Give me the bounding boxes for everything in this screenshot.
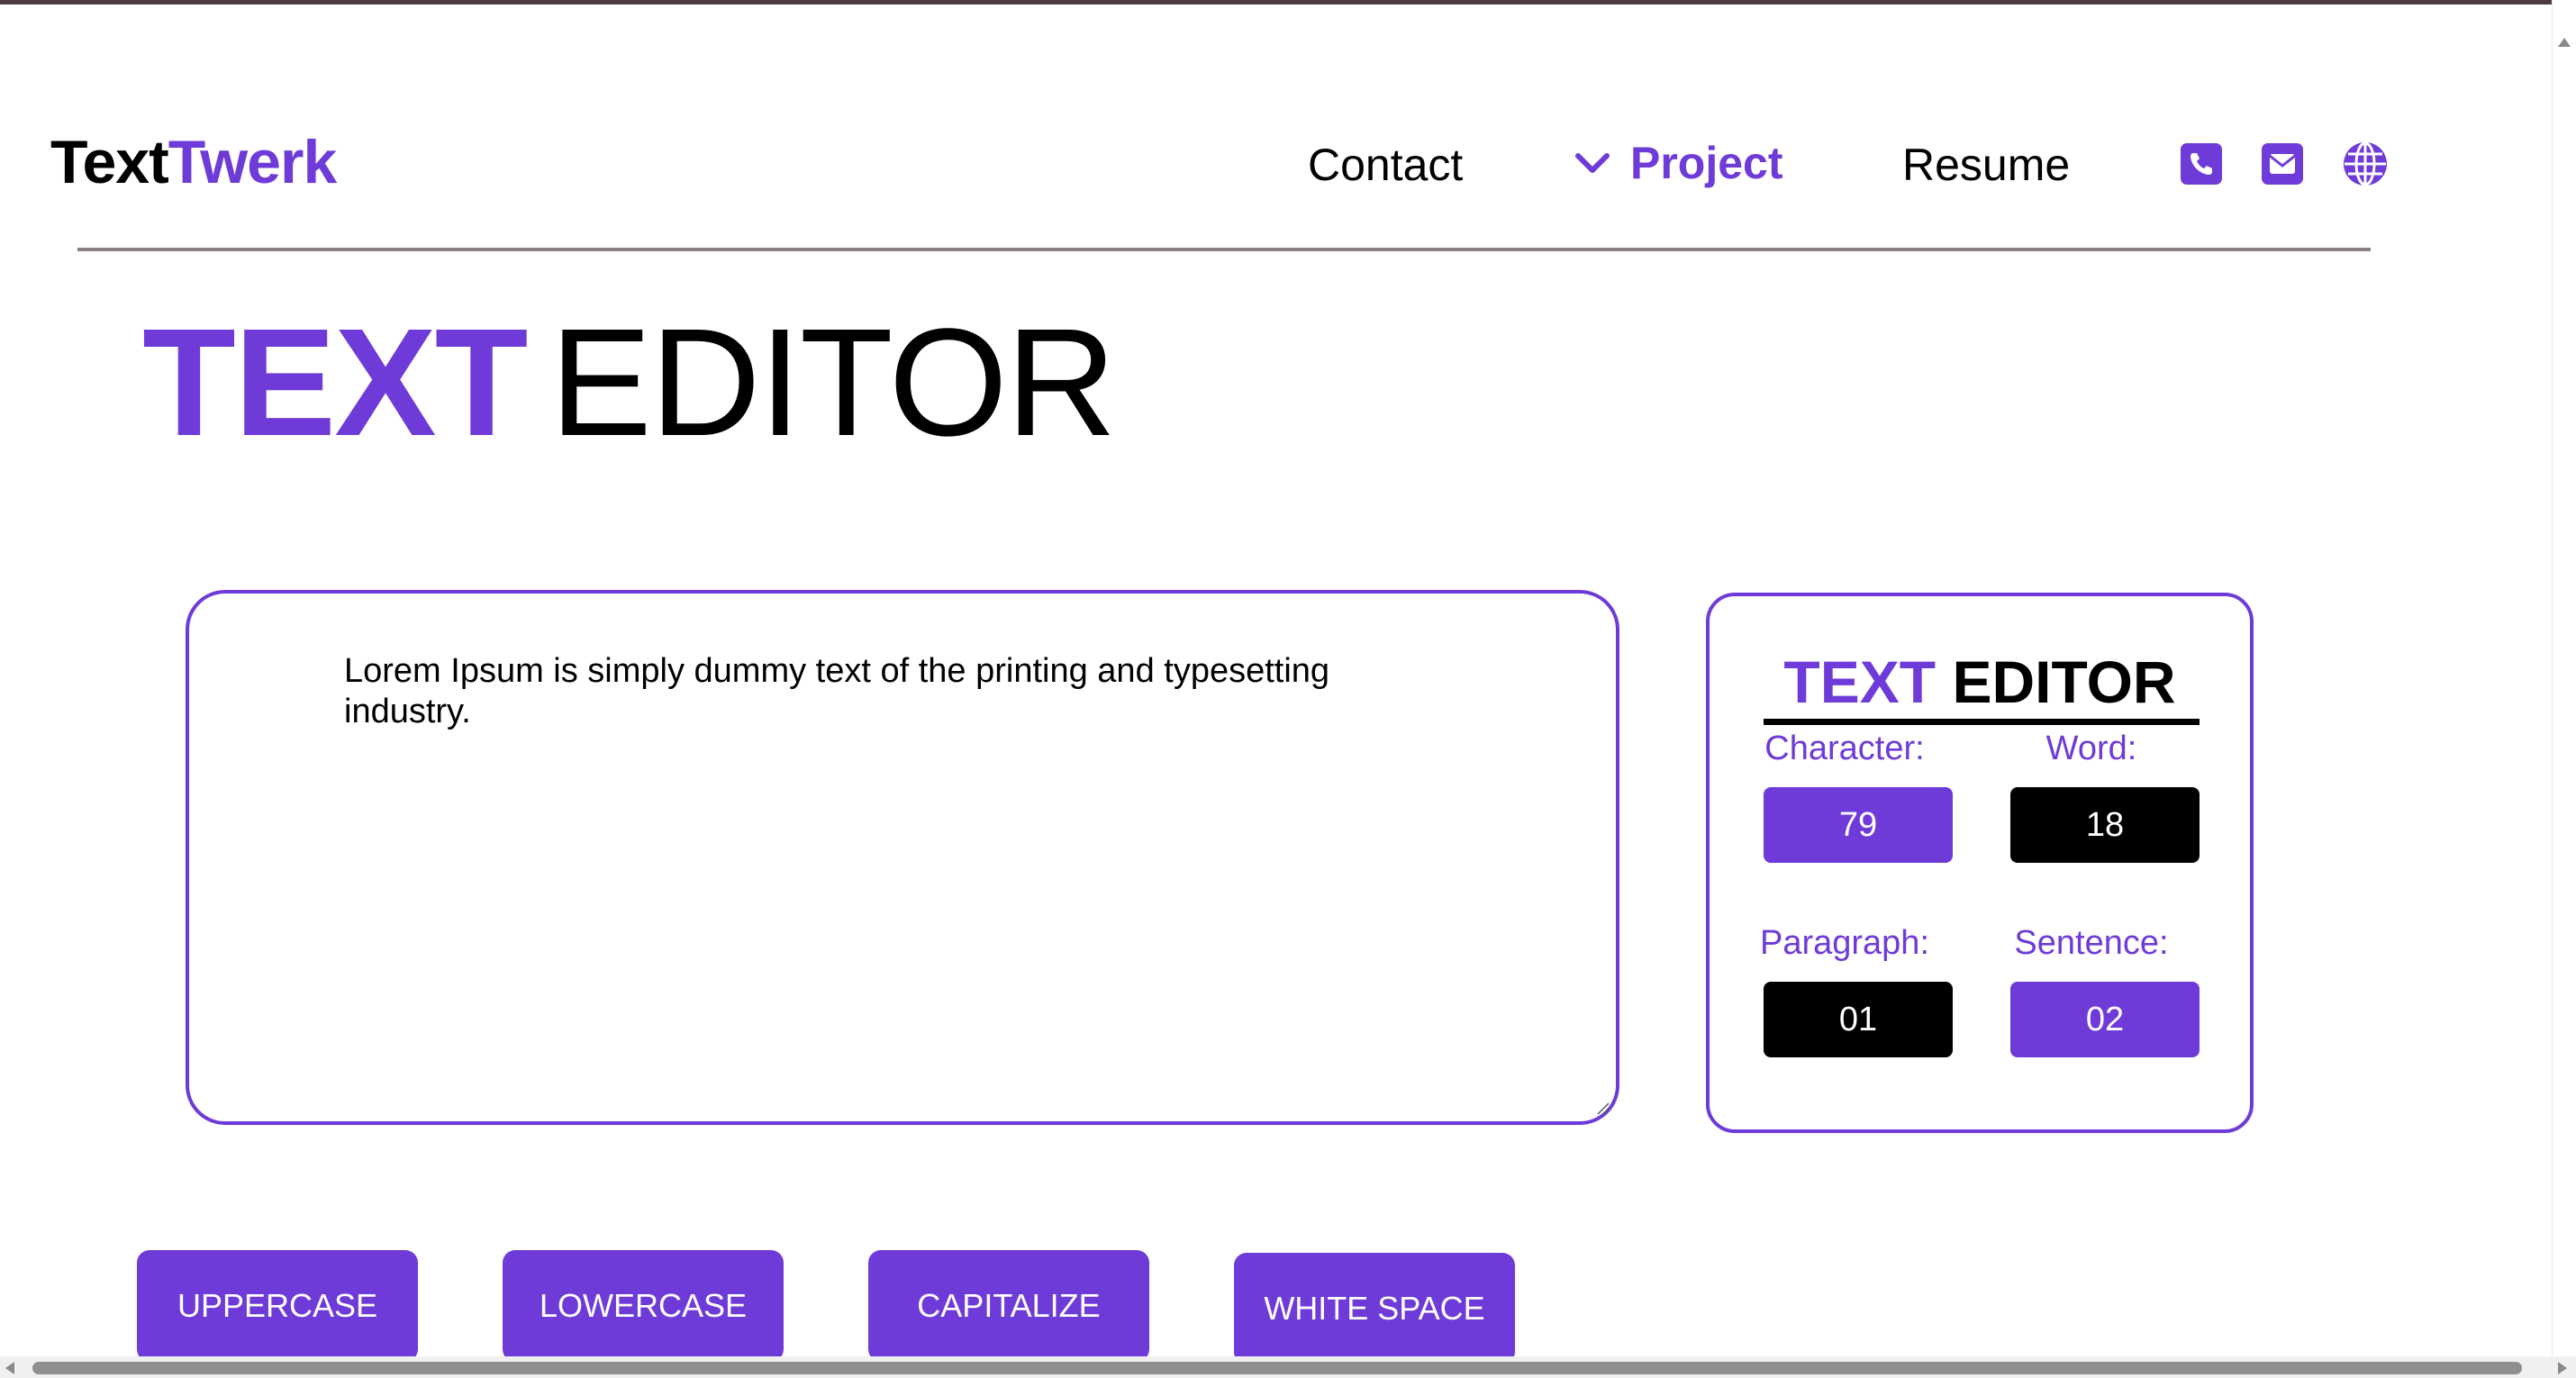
sentence-count-label: Sentence:: [2014, 924, 2169, 962]
text-stats-panel: TEXT EDITOR Character: Word: 79 18 Parag…: [1706, 593, 2254, 1133]
scroll-up-arrow-icon[interactable]: [2558, 38, 2571, 47]
nav-project-dropdown[interactable]: Project: [1574, 141, 1783, 186]
globe-icon[interactable]: [2342, 141, 2389, 187]
character-count-label: Character:: [1764, 730, 1925, 767]
brand-logo-accent: Twerk: [168, 128, 337, 196]
stats-panel-title: TEXT EDITOR: [1710, 652, 2250, 712]
header-divider: [77, 248, 2371, 251]
lowercase-button[interactable]: LOWERCASE: [503, 1250, 784, 1362]
paragraph-count-label: Paragraph:: [1759, 924, 1929, 962]
scroll-right-arrow-icon[interactable]: [2558, 1362, 2567, 1374]
horizontal-scrollbar-thumb[interactable]: [32, 1362, 2522, 1374]
white-space-button[interactable]: WHITE SPACE: [1234, 1253, 1515, 1364]
paragraph-count-value: 01: [1764, 982, 1953, 1057]
text-editor-area[interactable]: Lorem Ipsum is simply dummy text of the …: [186, 590, 1619, 1125]
brand-logo[interactable]: TextTwerk: [50, 128, 337, 196]
stats-title-light: EDITOR: [1952, 648, 2176, 715]
nav-contact-link[interactable]: Contact: [1308, 142, 1463, 187]
uppercase-button[interactable]: UPPERCASE: [137, 1250, 418, 1362]
window-top-border: [0, 0, 2576, 5]
vertical-scrollbar[interactable]: [2552, 0, 2576, 1378]
word-count-label: Word:: [2045, 730, 2137, 767]
chevron-down-icon: [1575, 153, 1610, 173]
page-title-light: EDITOR: [549, 297, 1116, 468]
nav-resume-link[interactable]: Resume: [1902, 142, 2070, 187]
page-title-strong: TEXT: [142, 297, 528, 468]
page-title: TEXT EDITOR: [142, 306, 1117, 459]
stats-title-strong: TEXT: [1783, 648, 1937, 715]
phone-icon[interactable]: [2178, 141, 2225, 187]
brand-logo-text: Text: [50, 128, 169, 196]
capitalize-button[interactable]: CAPITALIZE: [868, 1250, 1149, 1362]
character-count-value: 79: [1764, 787, 1953, 863]
resize-handle-icon[interactable]: [1596, 1101, 1610, 1116]
word-count-value: 18: [2010, 787, 2200, 863]
sentence-count-value: 02: [2010, 982, 2200, 1057]
mail-icon[interactable]: [2259, 141, 2306, 187]
horizontal-scrollbar[interactable]: [0, 1356, 2576, 1378]
stats-title-underline: [1764, 719, 2200, 725]
scroll-left-arrow-icon[interactable]: [5, 1362, 14, 1374]
editor-content[interactable]: Lorem Ipsum is simply dummy text of the …: [344, 651, 1452, 732]
nav-project-label: Project: [1630, 138, 1783, 188]
